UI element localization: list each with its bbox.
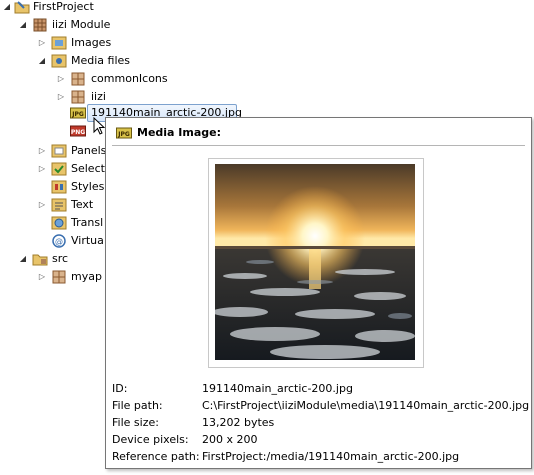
expand-toggle-icon[interactable]: ◢ bbox=[37, 52, 47, 70]
tree-item-panels[interactable]: ▷ Panels bbox=[0, 142, 110, 160]
png-badge-text: PNG bbox=[71, 129, 85, 136]
tree-item-text[interactable]: ▷ Text bbox=[0, 196, 110, 214]
info-value: 13,202 bytes bbox=[202, 416, 275, 429]
tree-item-label: src bbox=[52, 252, 69, 265]
tree-item-label: iizi Module bbox=[52, 18, 111, 31]
tree-item-label: Text bbox=[71, 198, 94, 211]
tooltip-divider bbox=[112, 145, 525, 146]
tree-item-translations[interactable]: Transl bbox=[0, 214, 110, 232]
media-files-folder-icon bbox=[51, 53, 67, 69]
tree-item-styles[interactable]: Styles bbox=[0, 178, 110, 196]
project-folder-icon bbox=[14, 0, 30, 15]
info-value: 191140main_arctic-200.jpg bbox=[202, 382, 353, 395]
tree-item-virtualized[interactable]: @ Virtua bbox=[0, 232, 110, 250]
tree-item-label: commonIcons bbox=[91, 72, 168, 85]
tree-item-label: Styles bbox=[71, 180, 105, 193]
mouse-cursor-icon bbox=[93, 117, 105, 135]
collapse-toggle-icon[interactable]: ▷ bbox=[37, 34, 47, 52]
tree-item-selections[interactable]: ▷ Select bbox=[0, 160, 110, 178]
info-key: ID: bbox=[112, 382, 128, 395]
media-info-table: ID: 191140main_arctic-200.jpg File path:… bbox=[112, 380, 530, 465]
panels-folder-icon bbox=[51, 143, 67, 159]
info-key: File path: bbox=[112, 399, 163, 412]
selections-folder-icon bbox=[51, 161, 67, 177]
info-row-reference-path: Reference path: FirstProject:/media/1911… bbox=[112, 448, 527, 465]
info-row-file-path: File path: C:\FirstProject\iiziModule\me… bbox=[112, 397, 530, 414]
collapse-toggle-icon[interactable]: ▷ bbox=[37, 142, 47, 160]
info-value: FirstProject:/media/191140main_arctic-20… bbox=[202, 450, 460, 463]
package-icon bbox=[70, 89, 86, 105]
info-row-file-size: File size: 13,202 bytes bbox=[112, 414, 527, 431]
tree-item-label: Virtua bbox=[71, 234, 104, 247]
svg-text:@: @ bbox=[55, 237, 63, 246]
media-image-tooltip: JPG Media Image: ID: 191140main_arctic-2… bbox=[105, 117, 532, 469]
media-image-preview bbox=[208, 158, 424, 368]
jpg-file-icon: JPG bbox=[70, 105, 86, 121]
translations-folder-icon bbox=[51, 215, 67, 231]
tree-item-media-files[interactable]: ◢ Media files bbox=[0, 52, 200, 70]
expand-toggle-icon[interactable]: ◢ bbox=[18, 250, 28, 268]
collapse-toggle-icon[interactable]: ▷ bbox=[56, 70, 66, 88]
jpg-file-icon: JPG bbox=[116, 125, 132, 141]
jpg-badge-text: JPG bbox=[117, 131, 130, 138]
tree-item-firstproject[interactable]: ◢ FirstProject bbox=[0, 0, 200, 16]
tree-item-commonicons[interactable]: ▷ commonIcons bbox=[0, 70, 200, 88]
info-row-device-pixels: Device pixels: 200 x 200 bbox=[112, 431, 527, 448]
tree-item-images[interactable]: ▷ Images bbox=[0, 34, 200, 52]
tooltip-title: Media Image: bbox=[137, 126, 222, 139]
text-folder-icon bbox=[51, 197, 67, 213]
tree-item-myapp-package[interactable]: ▷ myap bbox=[0, 268, 110, 286]
module-icon bbox=[32, 17, 48, 33]
collapse-toggle-icon[interactable]: ▷ bbox=[37, 160, 47, 178]
info-row-id: ID: 191140main_arctic-200.jpg bbox=[112, 380, 527, 397]
png-file-icon: PNG bbox=[70, 123, 86, 139]
tree-item-label: myap bbox=[71, 270, 102, 283]
tree-item-label: Transl bbox=[71, 216, 104, 229]
package-icon bbox=[70, 71, 86, 87]
tree-item-label: FirstProject bbox=[33, 0, 94, 13]
virtualized-folder-icon: @ bbox=[51, 233, 67, 249]
arctic-sunset-image bbox=[215, 164, 415, 360]
info-key: File size: bbox=[112, 416, 159, 429]
expand-toggle-icon[interactable]: ◢ bbox=[18, 16, 28, 34]
collapse-toggle-icon[interactable]: ▷ bbox=[37, 196, 47, 214]
tree-item-label: Select bbox=[71, 162, 105, 175]
info-key: Reference path: bbox=[112, 450, 200, 463]
jpg-badge-text: JPG bbox=[71, 111, 84, 118]
expand-toggle-icon[interactable]: ◢ bbox=[2, 0, 12, 16]
info-value: C:\FirstProject\iiziModule\media\191140m… bbox=[202, 399, 530, 412]
collapse-toggle-icon[interactable]: ▷ bbox=[37, 268, 47, 286]
tree-item-label: Media files bbox=[71, 54, 131, 67]
images-folder-icon bbox=[51, 35, 67, 51]
source-folder-icon bbox=[32, 251, 48, 267]
info-key: Device pixels: bbox=[112, 433, 189, 446]
styles-folder-icon bbox=[51, 179, 67, 195]
package-icon bbox=[51, 269, 67, 285]
tree-item-src[interactable]: ◢ src bbox=[0, 250, 110, 268]
info-value: 200 x 200 bbox=[202, 433, 258, 446]
tree-item-label: Panels bbox=[71, 144, 107, 157]
tree-item-label: Images bbox=[71, 36, 112, 49]
tree-item-iizi-module[interactable]: ◢ iizi Module bbox=[0, 16, 200, 34]
